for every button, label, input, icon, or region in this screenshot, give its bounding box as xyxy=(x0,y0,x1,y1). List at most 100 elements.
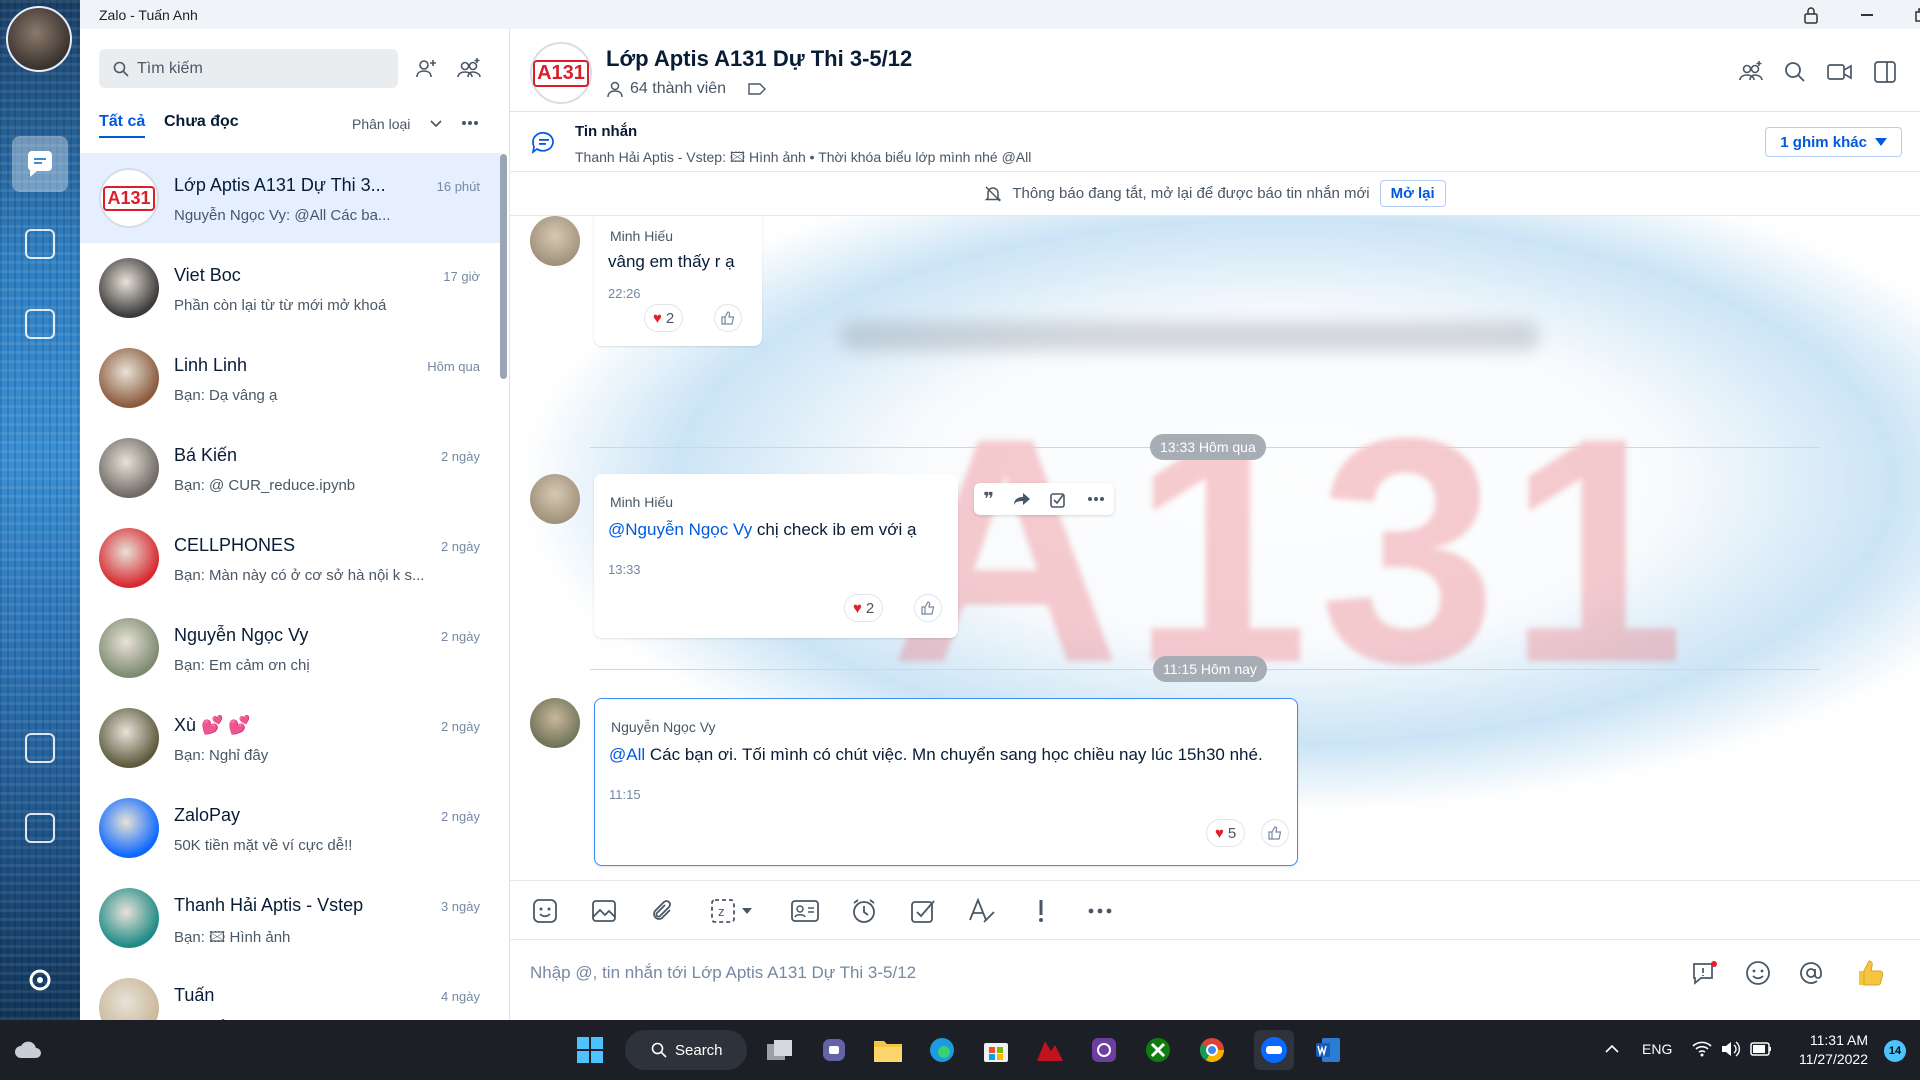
conversation-item[interactable]: Nguyễn Ngọc Vy 2 ngày Bạn: Em cảm ơn chị xyxy=(80,603,500,693)
like-button[interactable] xyxy=(914,594,942,622)
xbox-app[interactable] xyxy=(1138,1030,1178,1070)
messages-nav-button[interactable] xyxy=(12,136,68,192)
battery-icon[interactable] xyxy=(1750,1041,1772,1057)
tab-unread[interactable]: Chưa đọc xyxy=(164,113,239,131)
toolbox-nav-button[interactable] xyxy=(12,800,68,856)
filter-dropdown[interactable]: Phân loại xyxy=(352,116,410,132)
sender-avatar[interactable] xyxy=(530,698,580,748)
word-app[interactable] xyxy=(1308,1030,1348,1070)
conversation-item[interactable]: Bá Kiến 2 ngày Bạn: @ CUR_reduce.ipynb xyxy=(80,423,500,513)
mention-button[interactable] xyxy=(1794,956,1828,990)
lock-button[interactable] xyxy=(1788,0,1834,29)
group-avatar[interactable]: A131 xyxy=(530,42,592,104)
add-member-button[interactable] xyxy=(1734,55,1768,89)
create-group-button[interactable] xyxy=(453,53,485,85)
more-options-icon[interactable] xyxy=(461,120,479,126)
conversation-item[interactable]: Xù 💕 💕 2 ngày Bạn: Nghỉ đây xyxy=(80,693,500,783)
reaction-count[interactable]: ♥ 2 xyxy=(644,304,684,332)
zalo-app[interactable] xyxy=(1254,1030,1294,1070)
message-bubble[interactable]: Nguyễn Ngọc Vy @All Các bạn ơi. Tối mình… xyxy=(594,698,1298,866)
mention-link[interactable]: @All xyxy=(609,745,645,764)
send-like-button[interactable] xyxy=(1854,956,1888,990)
forward-icon[interactable] xyxy=(1013,492,1031,506)
reminder-button[interactable] xyxy=(846,893,882,929)
todo-nav-button[interactable] xyxy=(12,296,68,352)
conversation-time: 2 ngày xyxy=(440,719,480,734)
sticker-button[interactable] xyxy=(527,893,563,929)
chat-search-button[interactable] xyxy=(1778,55,1812,89)
message-bubble[interactable]: Minh Hiếu @Nguyễn Ngọc Vy chị check ib e… xyxy=(594,474,958,638)
like-button[interactable] xyxy=(1261,819,1289,847)
restore-icon xyxy=(1915,7,1920,22)
search-input[interactable] xyxy=(137,59,377,78)
task-view-button[interactable] xyxy=(760,1030,800,1070)
file-explorer-app[interactable] xyxy=(868,1030,908,1070)
chrome-app[interactable] xyxy=(1192,1030,1232,1070)
sender-avatar[interactable] xyxy=(530,474,580,524)
reaction-count[interactable]: ♥ 5 xyxy=(1206,819,1246,847)
settings-nav-button[interactable] xyxy=(12,952,68,1008)
chevron-down-icon[interactable] xyxy=(429,119,443,129)
search-box[interactable] xyxy=(99,49,398,88)
video-call-button[interactable] xyxy=(1823,55,1857,89)
emoji-button[interactable] xyxy=(1741,956,1775,990)
more-icon[interactable] xyxy=(1087,496,1105,502)
volume-icon[interactable] xyxy=(1720,1040,1740,1058)
store-app[interactable] xyxy=(976,1030,1016,1070)
conversation-info-button[interactable] xyxy=(1868,55,1902,89)
app-purple[interactable] xyxy=(1084,1030,1124,1070)
weather-widget[interactable] xyxy=(8,1030,48,1070)
restore-button[interactable] xyxy=(1899,0,1920,29)
more-pins-button[interactable]: 1 ghim khác xyxy=(1765,127,1902,157)
contact-card-button[interactable] xyxy=(787,893,823,929)
wifi-icon[interactable] xyxy=(1692,1040,1712,1058)
quick-message-button[interactable] xyxy=(1688,956,1722,990)
reenable-notifications-button[interactable]: Mở lại xyxy=(1379,180,1446,207)
minimize-button[interactable] xyxy=(1844,0,1890,29)
tag-icon[interactable] xyxy=(748,82,767,96)
mention-link[interactable]: @Nguyễn Ngọc Vy xyxy=(608,520,752,539)
notification-badge[interactable]: 14 xyxy=(1884,1040,1906,1062)
message-bubble[interactable]: Minh Hiếu vâng em thấy r ạ 22:26 ♥ 2 xyxy=(594,216,762,346)
more-icon xyxy=(1088,908,1112,914)
more-tools-button[interactable] xyxy=(1082,893,1118,929)
folder-icon xyxy=(874,1041,902,1062)
conversation-item[interactable]: Thanh Hải Aptis - Vstep 3 ngày Bạn: 🖾 Hình… xyxy=(80,873,500,963)
message-input[interactable] xyxy=(530,958,1630,988)
reaction-count[interactable]: ♥ 2 xyxy=(844,594,884,622)
attach-file-button[interactable] xyxy=(645,893,681,929)
taskbar-search[interactable]: Search xyxy=(625,1030,747,1070)
pinned-message-bar[interactable]: Tin nhắn Thanh Hải Aptis - Vstep: 🖾 Hình… xyxy=(510,112,1920,172)
add-friend-button[interactable] xyxy=(410,53,442,85)
teams-app[interactable] xyxy=(814,1030,854,1070)
quote-icon[interactable]: ❞ xyxy=(983,489,994,510)
start-button[interactable] xyxy=(570,1030,610,1070)
format-text-button[interactable] xyxy=(964,893,1000,929)
conversation-item[interactable]: Tuấn4 ngàyBạn: Vâng ạ xyxy=(80,963,500,1020)
tab-all[interactable]: Tất cả xyxy=(99,113,146,138)
game-app[interactable] xyxy=(1030,1030,1070,1070)
tray-chevron-up-icon[interactable] xyxy=(1604,1044,1620,1054)
language-indicator[interactable]: ENG xyxy=(1642,1041,1672,1057)
edge-app[interactable] xyxy=(922,1030,962,1070)
sender-avatar[interactable] xyxy=(530,216,580,266)
conversation-item[interactable]: ZaloPay 2 ngày 50K tiền mặt về ví cực dễ!! xyxy=(80,783,500,873)
member-count[interactable]: 64 thành viên xyxy=(606,80,767,98)
contacts-nav-button[interactable] xyxy=(12,216,68,272)
assign-task-button[interactable] xyxy=(905,893,941,929)
conversation-item[interactable]: Linh Linh Hôm qua Bạn: Dạ vâng ạ xyxy=(80,333,500,423)
screenshot-button[interactable]: z xyxy=(704,893,760,929)
cloud-nav-button[interactable] xyxy=(12,720,68,776)
image-button[interactable] xyxy=(586,893,622,929)
conversation-item[interactable]: Viet Boc 17 giờ Phần còn lại từ từ mới mở … xyxy=(80,243,500,333)
conversation-item[interactable]: A131 Lớp Aptis A131 Dự Thi 3... 16 phút Ngu… xyxy=(80,153,500,243)
mark-important-button[interactable] xyxy=(1023,893,1059,929)
conversation-scrollbar[interactable] xyxy=(500,154,507,379)
chat-title[interactable]: Lớp Aptis A131 Dự Thi 3-5/12 xyxy=(606,46,912,72)
like-button[interactable] xyxy=(714,304,742,332)
conversation-item[interactable]: CELLPHONES 2 ngày Bạn: Màn này có ở cơ sở … xyxy=(80,513,500,603)
user-avatar[interactable] xyxy=(6,6,72,72)
add-task-icon[interactable] xyxy=(1049,490,1068,508)
create-group-icon xyxy=(457,58,481,78)
clock[interactable]: 11:31 AM 11/27/2022 xyxy=(1799,1031,1868,1069)
